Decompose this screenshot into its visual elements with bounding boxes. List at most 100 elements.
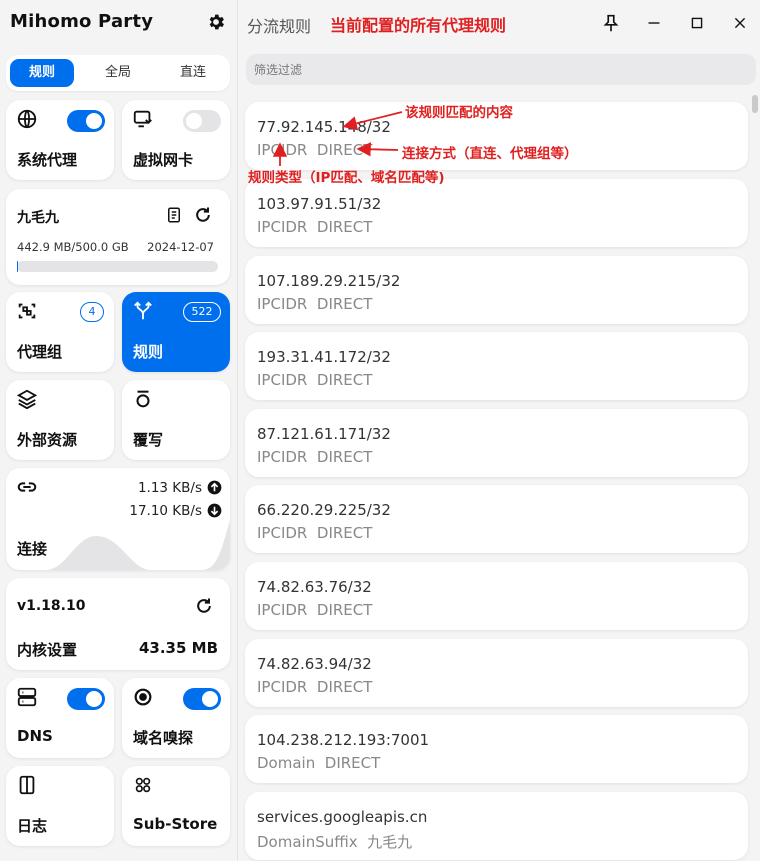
pin-icon[interactable] [600, 12, 622, 34]
logs-card[interactable]: 日志 [6, 766, 114, 846]
server-icon [17, 687, 37, 707]
profile-card[interactable]: 九毛九 442.9 MB/500.0 GB 2024-12-07 [6, 189, 230, 285]
rule-meta: IPCIDR DIRECT [257, 678, 372, 696]
rule-meta: Domain DIRECT [257, 754, 380, 772]
rule-payload: 74.82.63.76/32 [257, 578, 372, 596]
profile-expire: 2024-12-07 [147, 240, 214, 254]
refresh-icon[interactable] [193, 205, 213, 225]
substore-label: Sub-Store [133, 815, 218, 833]
rule-meta: IPCIDR DIRECT [257, 218, 372, 236]
rule-meta: IPCIDR DIRECT [257, 141, 372, 159]
override-card[interactable]: 覆写 [122, 380, 230, 460]
radar-icon [134, 688, 152, 706]
rule-type: IPCIDR [257, 295, 308, 313]
rule-type: IPCIDR [257, 524, 308, 542]
rule-type: IPCIDR [257, 678, 308, 696]
rule-item[interactable]: services.googleapis.cn DomainSuffix 九毛九 [245, 792, 748, 860]
sniff-toggle[interactable] [183, 688, 221, 710]
rule-type: IPCIDR [257, 448, 308, 466]
rules-card[interactable]: 522 规则 [122, 292, 230, 372]
override-label: 覆写 [133, 431, 164, 449]
rule-type: IPCIDR [257, 371, 308, 389]
globe-icon [17, 109, 37, 129]
rule-type: IPCIDR [257, 601, 308, 619]
rule-proxy: DIRECT [316, 601, 373, 619]
rule-item[interactable]: 193.31.41.172/32 IPCIDR DIRECT [245, 332, 748, 400]
sidebar: Mihomo Party 规则 全局 直连 系统代理 虚拟网卡 九毛九 442. [0, 0, 238, 861]
link-icon [17, 482, 37, 492]
rule-filter-input[interactable] [246, 54, 756, 85]
upload-speed: 1.13 KB/s [137, 480, 202, 496]
document-icon[interactable] [165, 205, 183, 225]
proxy-groups-label: 代理组 [17, 343, 63, 361]
rule-proxy: DIRECT [316, 448, 373, 466]
title-annotation: 当前配置的所有代理规则 [330, 16, 507, 35]
tab-direct-mode[interactable]: 直连 [161, 59, 225, 87]
system-proxy-label: 系统代理 [17, 151, 78, 169]
type-annotation: 规则类型（IP匹配、域名匹配等) [248, 170, 445, 186]
rule-payload: 107.189.29.215/32 [257, 272, 401, 290]
sniff-card[interactable]: 域名嗅探 [122, 678, 230, 758]
core-card[interactable]: v1.18.10 内核设置 43.35 MB [6, 578, 230, 670]
connections-card[interactable]: 1.13 KB/s 17.10 KB/s 连接 [6, 468, 230, 570]
page-title: 分流规则 [247, 17, 312, 36]
tun-card[interactable]: 虚拟网卡 [122, 100, 230, 180]
system-proxy-card[interactable]: 系统代理 [6, 100, 114, 180]
rule-type: DomainSuffix [257, 833, 358, 851]
rule-meta: IPCIDR DIRECT [257, 448, 372, 466]
rule-item[interactable]: 107.189.29.215/32 IPCIDR DIRECT [245, 256, 748, 324]
tab-rule-mode[interactable]: 规则 [10, 59, 74, 87]
gear-icon[interactable] [206, 12, 226, 32]
panel-icon [19, 775, 35, 795]
logs-label: 日志 [17, 817, 48, 835]
rule-type: IPCIDR [257, 218, 308, 236]
substore-card[interactable]: Sub-Store [122, 766, 230, 846]
profile-name: 九毛九 [17, 210, 59, 226]
dns-toggle[interactable] [67, 688, 105, 710]
rule-item[interactable]: 87.121.61.171/32 IPCIDR DIRECT [245, 409, 748, 477]
payload-annotation: 该规则匹配的内容 [405, 105, 513, 121]
rule-proxy: DIRECT [316, 524, 373, 542]
rule-proxy: DIRECT [324, 754, 381, 772]
proxy-groups-count: 4 [80, 302, 104, 322]
proxy-groups-card[interactable]: 4 代理组 [6, 292, 114, 372]
scrollbar[interactable] [752, 95, 758, 113]
app-title: Mihomo Party [10, 11, 154, 32]
rule-meta: IPCIDR DIRECT [257, 601, 372, 619]
scan-icon [18, 303, 36, 319]
rule-payload: 66.220.29.225/32 [257, 501, 391, 519]
core-settings-label: 内核设置 [17, 641, 78, 659]
rule-meta: IPCIDR DIRECT [257, 524, 372, 542]
rule-meta: IPCIDR DIRECT [257, 295, 372, 313]
rule-item[interactable]: 66.220.29.225/32 IPCIDR DIRECT [245, 485, 748, 553]
dns-label: DNS [17, 727, 53, 745]
rule-item[interactable]: 103.97.91.51/32 IPCIDR DIRECT [245, 179, 748, 247]
minimize-icon[interactable] [643, 12, 665, 34]
rule-type: Domain [257, 754, 316, 772]
rule-proxy: DIRECT [316, 218, 373, 236]
mode-tabs: 规则 全局 直连 [6, 55, 230, 91]
core-version: v1.18.10 [17, 598, 86, 614]
dns-card[interactable]: DNS [6, 678, 114, 758]
proxy-annotation: 连接方式（直连、代理组等） [402, 146, 578, 162]
rule-list: 77.92.145.148/32 IPCIDR DIRECT 103.97.91… [239, 98, 760, 861]
layers-icon [16, 389, 38, 410]
rule-payload: 193.31.41.172/32 [257, 348, 391, 366]
close-icon[interactable] [729, 12, 751, 34]
rule-item[interactable]: 74.82.63.76/32 IPCIDR DIRECT [245, 562, 748, 630]
resources-card[interactable]: 外部资源 [6, 380, 114, 460]
tun-toggle[interactable] [183, 110, 221, 132]
title-bar: 分流规则 当前配置的所有代理规则 [239, 0, 760, 46]
rule-payload: 87.121.61.171/32 [257, 425, 391, 443]
rule-item[interactable]: 104.238.212.193:7001 Domain DIRECT [245, 715, 748, 783]
rule-item[interactable]: 74.82.63.94/32 IPCIDR DIRECT [245, 639, 748, 707]
refresh-icon[interactable] [194, 596, 214, 616]
maximize-icon[interactable] [686, 12, 708, 34]
tab-global-mode[interactable]: 全局 [86, 59, 150, 87]
override-icon [136, 390, 150, 408]
main-panel: 分流规则 当前配置的所有代理规则 77.92.145.148/32 IPCIDR… [239, 0, 760, 861]
profile-usage: 442.9 MB/500.0 GB [17, 240, 129, 254]
profile-usage-bar [17, 261, 218, 272]
system-proxy-toggle[interactable] [67, 110, 105, 132]
fork-icon [134, 301, 152, 320]
